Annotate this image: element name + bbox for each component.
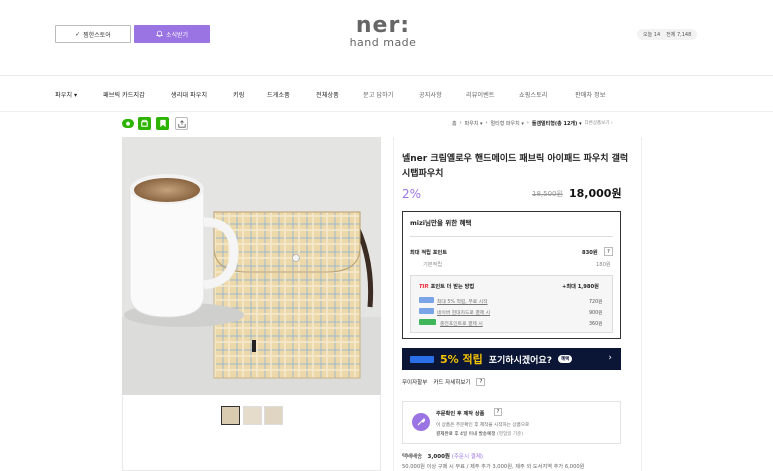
tip-row-3-text[interactable]: 충전포인트로 결제 시	[440, 320, 483, 327]
npay-logo-icon	[410, 355, 434, 363]
nav-divider	[0, 111, 773, 112]
max-points-label: 최대 적립 포인트	[410, 250, 448, 256]
breadcrumb-home[interactable]: 홈	[452, 120, 457, 127]
chevron-right-icon: ›	[608, 353, 612, 363]
shipping-fee: 3,000원	[427, 454, 450, 460]
banner-question: 포기하시겠어요?	[488, 355, 552, 366]
tip-text: 포인트 더 받는 방법	[430, 284, 475, 290]
breadcrumb: 홈 › 파우치 ▾ › 멀티형 파우치 ▾ › 돌갬멀티형(총 12개) ▾ 다른상품…	[452, 120, 613, 127]
nav-item-card-wallet[interactable]: 패브릭 카드지갑	[103, 90, 145, 99]
banner-badge: 혜택	[557, 355, 573, 363]
band-share-icon[interactable]	[138, 117, 151, 130]
nav-item-pouch[interactable]: 파우치 ▾	[55, 90, 77, 99]
shipping-label: 택배배송	[402, 454, 423, 460]
breadcrumb-pouch[interactable]: 파우치 ▾	[465, 120, 483, 127]
bell-icon	[155, 30, 164, 39]
made-to-order-icon	[412, 413, 430, 431]
nav-item-notice[interactable]: 공지사항	[419, 90, 442, 99]
pick-store-label: 찜한스토어	[83, 31, 111, 39]
thumbnail-2[interactable]	[243, 406, 262, 425]
nav-item-qna[interactable]: 문고 답하기	[363, 90, 393, 99]
share-icon[interactable]	[175, 117, 188, 130]
npay-banner[interactable]: 5% 적립 포기하시겠어요? 혜택 ›	[402, 348, 621, 370]
charge-point-badge-icon	[419, 319, 436, 325]
base-points-label: 기본적립	[423, 262, 443, 268]
made-line1: 이 상품은 주문확인 후 제작을 시작하는 상품으로	[436, 423, 530, 428]
nav-item-keyring[interactable]: 키링	[233, 90, 244, 99]
tip-row-2-value: 900원	[589, 311, 603, 316]
help-icon[interactable]: ?	[476, 378, 486, 386]
help-icon[interactable]: ?	[494, 408, 502, 416]
thumbnail-1[interactable]	[221, 406, 240, 425]
nav-item-all-products[interactable]: 전체상품	[316, 90, 339, 99]
tip-label: TIP.	[419, 284, 429, 290]
sale-price: 18,000원	[569, 187, 622, 200]
talk-share-icon[interactable]: ●	[122, 119, 134, 128]
tip-row-1-value: 720원	[589, 300, 603, 305]
bookmark-icon[interactable]	[156, 117, 169, 130]
made-line2-note: (영업일 기준)	[496, 432, 524, 437]
benefit-title: mizi님만을 위한 혜택	[410, 219, 472, 227]
tip-max-value: +최대 1,980원	[562, 284, 599, 290]
max-points-value: 830원	[582, 250, 598, 256]
tip-row-2-text[interactable]: 네이버 현대카드로 결제 시	[437, 309, 490, 316]
card-details-link[interactable]: 카드 자세히보기	[433, 378, 470, 386]
thumbnail-3[interactable]	[264, 406, 283, 425]
product-main-image[interactable]	[122, 137, 381, 395]
banner-pct: 5% 적립	[440, 353, 483, 366]
tip-row-1-text[interactable]: 최대 5% 적립, 무료 시작	[437, 298, 488, 305]
shipping-row: 택배배송 3,000원 (주문시 결제)	[402, 452, 483, 460]
base-points-value: 180원	[596, 262, 611, 268]
logo-line1: ner:	[355, 13, 411, 38]
installment-label: 무이자할부	[402, 380, 428, 386]
breadcrumb-multi[interactable]: 멀티형 파우치 ▾	[491, 120, 524, 127]
nav-item-sanitary-pouch[interactable]: 생리대 파우치	[171, 90, 207, 99]
nav-item-review-event[interactable]: 리뷰이벤트	[466, 90, 494, 99]
news-subscribe-button[interactable]: 소식받기	[134, 25, 210, 43]
benefit-divider	[410, 236, 613, 237]
discount-rate: 2%	[402, 187, 422, 201]
npay-card-badge-icon	[419, 308, 434, 314]
check-icon: ✓	[75, 30, 81, 38]
original-price: 18,500원	[532, 190, 563, 198]
store-logo[interactable]: ner: hand made	[343, 13, 423, 49]
nav-item-goods[interactable]: 드게소품	[267, 90, 290, 99]
total-visits: 전체 7,148	[666, 32, 692, 38]
pick-store-button[interactable]: ✓ 찜한스토어	[55, 25, 131, 43]
shipping-note: (주문시 결제)	[451, 454, 484, 460]
other-products-link[interactable]: 다른상품보기	[585, 121, 610, 126]
logo-line2: hand made	[349, 36, 417, 49]
product-title: 넬ner 크림옐로우 핸드메이드 패브릭 아이패드 파우치 갤럭시탭파우치	[402, 154, 629, 179]
breadcrumb-current[interactable]: 돌갬멀티형(총 12개) ▾	[532, 120, 582, 127]
help-icon[interactable]: ?	[604, 247, 613, 256]
page-root: ✓ 찜한스토어 소식받기 ner: hand made 오늘 14 전체 7,1…	[0, 0, 773, 471]
shipping-detail: 50,000원 이상 구매 시 무료 / 제주 추가 3,000원, 제주 외 …	[402, 464, 585, 470]
npay-badge-icon	[419, 297, 434, 303]
made-title: 주문확인 후 제작 상품	[436, 411, 485, 417]
payment-info: 무이자할부 카드 자세히보기 ?	[402, 378, 486, 386]
category-nav: 파우치 ▾ 패브릭 카드지갑 생리대 파우치 키링 드게소품 전체상품 문고 답…	[0, 76, 773, 110]
news-label: 소식받기	[165, 31, 189, 39]
visitor-counter: 오늘 14 전체 7,148	[637, 29, 698, 40]
made-line2: 결제완료 후 4일 이내 발송예정	[436, 432, 496, 437]
nav-item-seller-info[interactable]: 판매자 정보	[575, 90, 605, 99]
nav-item-shopping-story[interactable]: 쇼핑스토리	[519, 90, 547, 99]
tip-row-3-value: 360원	[589, 322, 603, 327]
today-visits: 오늘 14	[643, 32, 661, 38]
